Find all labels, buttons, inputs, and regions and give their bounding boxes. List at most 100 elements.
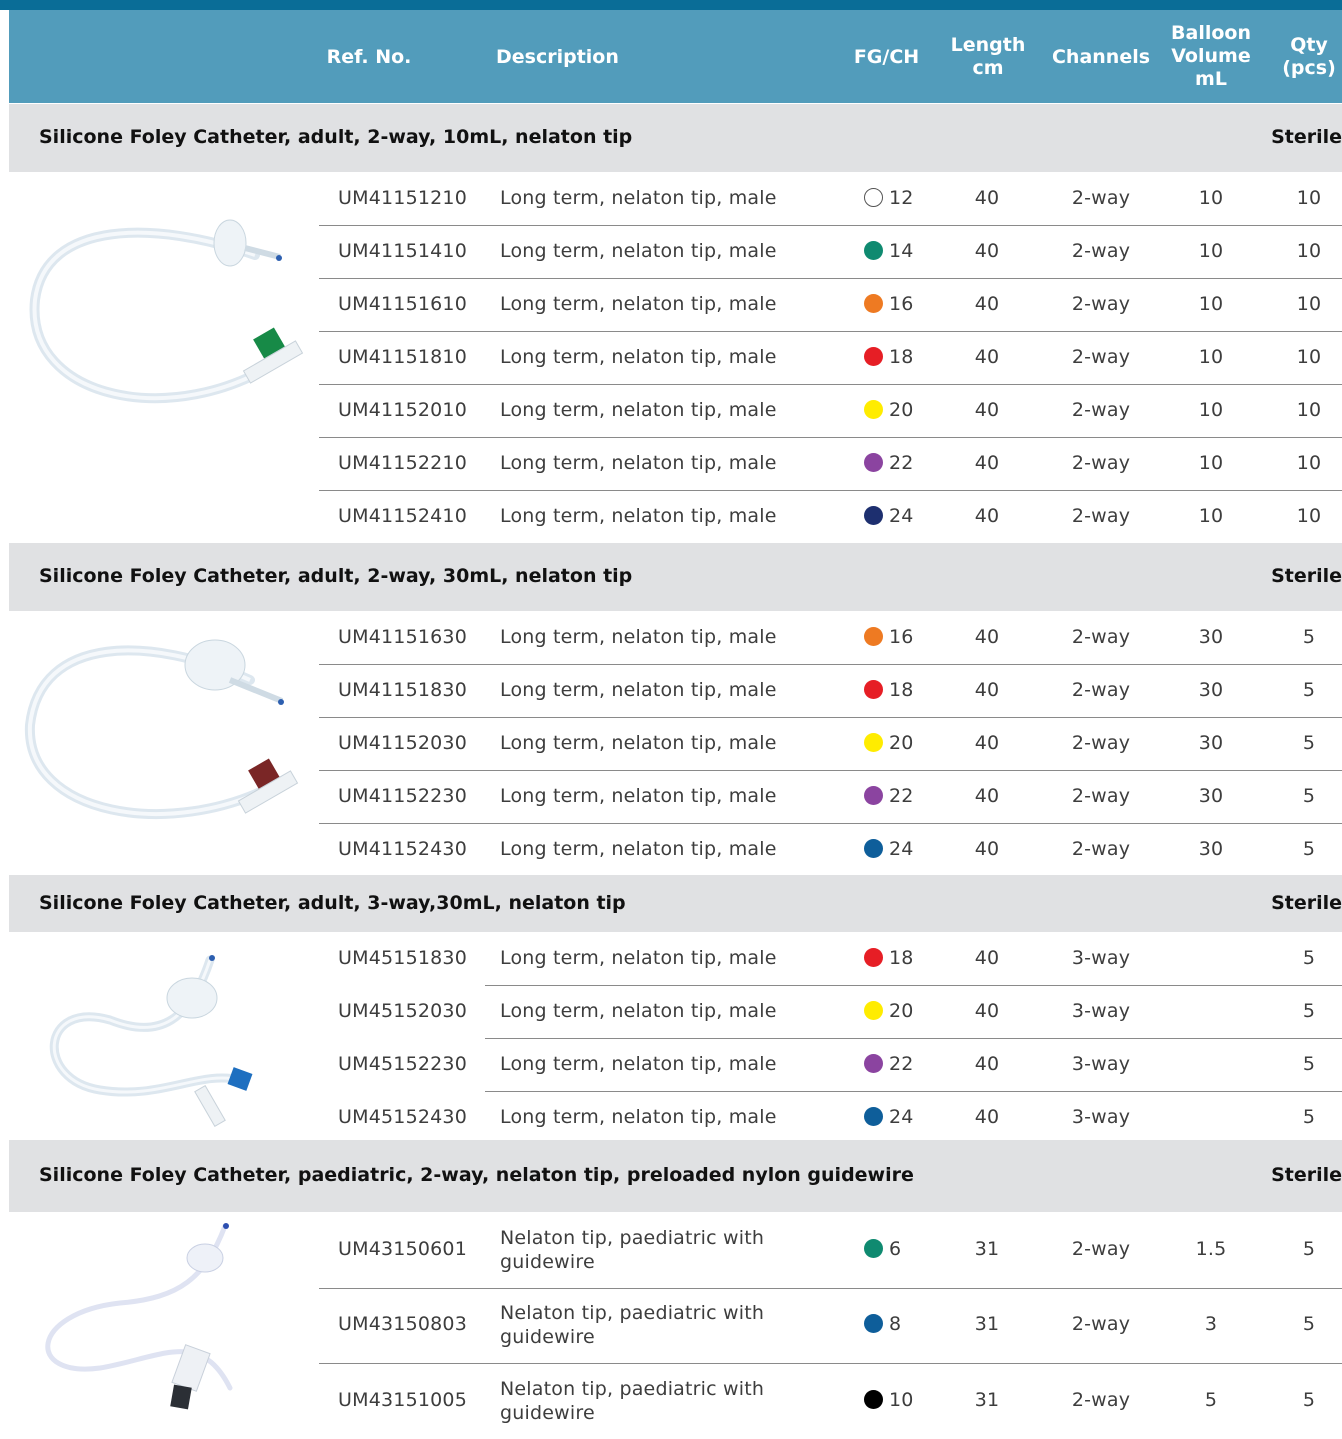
section-title: Silicone Foley Catheter, adult, 3-way,30… xyxy=(39,891,626,914)
fg-value: 22 xyxy=(889,451,914,474)
sterile-label: Sterile xyxy=(1271,126,1342,148)
color-code-dot xyxy=(864,947,883,967)
fg-size: 18 xyxy=(864,679,914,701)
table-row: UM41152210 Long term, nelaton tip, male 22… xyxy=(0,437,1342,490)
color-code-dot xyxy=(864,679,883,699)
color-code-dot xyxy=(864,785,883,805)
channels-value: 2-way xyxy=(1071,784,1131,807)
balloon-volume-value: 30 xyxy=(1198,678,1224,701)
channels-value: 3-way xyxy=(1071,1052,1131,1075)
color-code-dot xyxy=(864,240,883,260)
fg-value: 18 xyxy=(889,678,914,701)
channels-value: 2-way xyxy=(1071,186,1131,209)
channels-value: 2-way xyxy=(1071,398,1131,421)
description: Long term, nelaton tip, male xyxy=(500,946,777,969)
qty-value: 5 xyxy=(1302,625,1316,648)
section-header: Silicone Foley Catheter, adult, 2-way, 3… xyxy=(9,543,1342,611)
qty-value: 10 xyxy=(1296,504,1322,527)
catheter-image-3way xyxy=(49,955,253,1128)
color-code-dot xyxy=(864,1000,883,1020)
length-value: 40 xyxy=(974,625,1000,648)
ref-number: UM45152430 xyxy=(338,1105,468,1128)
ref-number: UM45151830 xyxy=(338,946,468,969)
balloon-volume-value: 30 xyxy=(1198,625,1224,648)
fg-size: 20 xyxy=(864,1000,914,1022)
qty-value: 10 xyxy=(1296,345,1322,368)
ref-number: UM41152410 xyxy=(338,504,468,527)
description: Long term, nelaton tip, male xyxy=(500,784,777,807)
color-code-dot xyxy=(864,346,883,366)
table-header: Ref. No. Description FG/CH Length cm Cha… xyxy=(9,10,1342,103)
color-code-dot xyxy=(864,1238,883,1258)
balloon-volume-value: 10 xyxy=(1198,292,1224,315)
fg-size: 18 xyxy=(864,947,914,969)
ref-number: UM41152210 xyxy=(338,451,468,474)
fg-size: 14 xyxy=(864,240,914,262)
description: Long term, nelaton tip, male xyxy=(500,451,777,474)
fg-size: 22 xyxy=(864,452,914,474)
fg-size: 24 xyxy=(864,838,914,860)
fg-value: 6 xyxy=(889,1237,902,1260)
length-value: 40 xyxy=(974,1105,1000,1128)
qty-value: 5 xyxy=(1302,999,1316,1022)
color-code-dot xyxy=(864,1314,883,1334)
qty-value: 5 xyxy=(1302,946,1316,969)
channels-value: 2-way xyxy=(1071,1313,1131,1336)
header-ref: Ref. No. xyxy=(326,46,412,68)
header-description: Description xyxy=(496,46,619,68)
qty-value: 10 xyxy=(1296,398,1322,421)
description: Long term, nelaton tip, male xyxy=(500,1105,777,1128)
fg-size: 20 xyxy=(864,732,914,754)
length-value: 40 xyxy=(974,678,1000,701)
description: Nelaton tip, paediatric with guidewire xyxy=(500,1377,765,1424)
color-code-dot xyxy=(864,838,883,858)
catheter-image-2way-10ml xyxy=(29,219,304,404)
fg-value: 24 xyxy=(889,504,914,527)
fg-value: 16 xyxy=(889,292,914,315)
channels-value: 3-way xyxy=(1071,1105,1131,1128)
ref-number: UM41152230 xyxy=(338,784,468,807)
balloon-volume-value: 30 xyxy=(1198,731,1224,754)
fg-value: 14 xyxy=(889,239,914,262)
fg-value: 20 xyxy=(889,398,914,421)
balloon-volume-value: 1.5 xyxy=(1195,1237,1227,1260)
fg-size: 10 xyxy=(864,1389,914,1411)
balloon-volume-value: 10 xyxy=(1198,186,1224,209)
length-value: 40 xyxy=(974,731,1000,754)
color-code-dot xyxy=(864,732,883,752)
length-value: 40 xyxy=(974,999,1000,1022)
description: Long term, nelaton tip, male xyxy=(500,731,777,754)
length-value: 40 xyxy=(974,504,1000,527)
header-balloon: Balloon Volume mL xyxy=(1171,22,1251,90)
sterile-label: Sterile xyxy=(1271,1164,1342,1186)
ref-number: UM45152030 xyxy=(338,999,468,1022)
balloon-volume-value: 3 xyxy=(1204,1313,1218,1336)
length-value: 40 xyxy=(974,946,1000,969)
table-row: UM41152410 Long term, nelaton tip, male 24… xyxy=(0,490,1342,543)
qty-value: 5 xyxy=(1302,1237,1316,1260)
fg-size: 16 xyxy=(864,293,914,315)
channels-value: 3-way xyxy=(1071,999,1131,1022)
fg-value: 24 xyxy=(889,837,914,860)
balloon-volume-value: 10 xyxy=(1198,504,1224,527)
description: Long term, nelaton tip, male xyxy=(500,625,777,648)
fg-value: 16 xyxy=(889,625,914,648)
header-fg: FG/CH xyxy=(853,46,920,68)
section-title: Silicone Foley Catheter, adult, 2-way, 3… xyxy=(39,565,633,587)
channels-value: 2-way xyxy=(1071,345,1131,368)
fg-size: 20 xyxy=(864,399,914,421)
fg-size: 6 xyxy=(864,1238,901,1260)
ref-number: UM45152230 xyxy=(338,1052,468,1075)
description: Nelaton tip, paediatric with guidewire xyxy=(500,1302,765,1349)
qty-value: 5 xyxy=(1302,678,1316,701)
description: Long term, nelaton tip, male xyxy=(500,678,777,701)
fg-size: 8 xyxy=(864,1313,901,1335)
header-channels: Channels xyxy=(1051,46,1151,68)
length-value: 31 xyxy=(974,1313,1000,1336)
ref-number: UM41151410 xyxy=(338,239,468,262)
balloon-volume-value: 10 xyxy=(1198,239,1224,262)
sterile-label: Sterile xyxy=(1271,565,1342,587)
balloon-volume-value: 10 xyxy=(1198,345,1224,368)
color-code-dot xyxy=(864,187,883,207)
fg-size: 22 xyxy=(864,1053,914,1075)
